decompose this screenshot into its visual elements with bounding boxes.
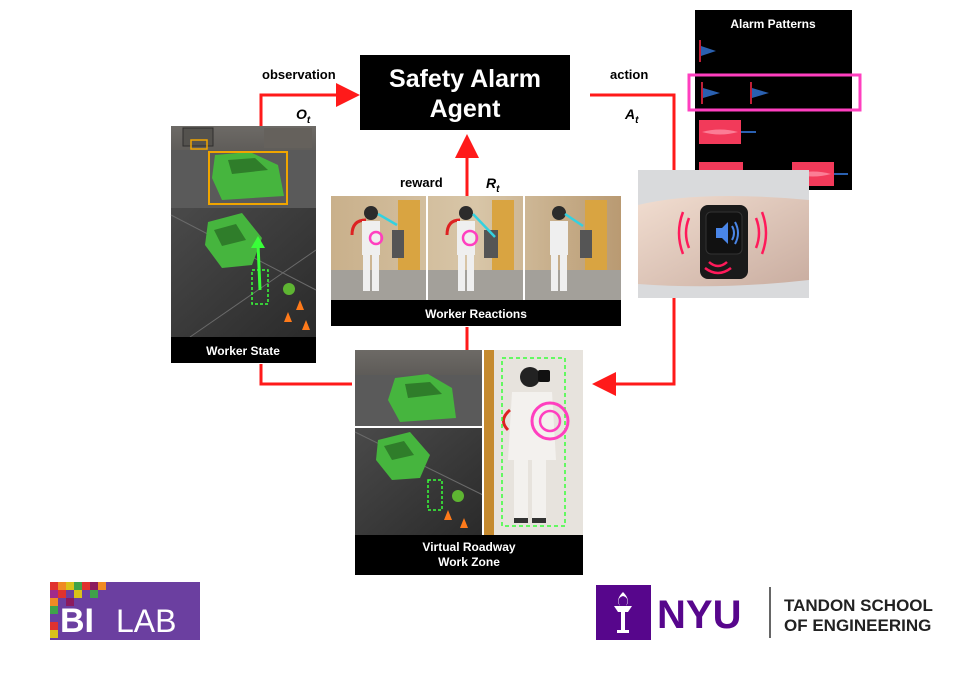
bilab-logo: BI LAB (50, 582, 200, 640)
alarm-patterns-title: Alarm Patterns (730, 17, 816, 31)
observation-symbol: Ot (296, 106, 311, 126)
worker-state-node: Worker State (170, 126, 317, 363)
bilab-logo-lab: LAB (116, 603, 176, 639)
observation-label: observation (262, 67, 336, 82)
worker-reactions-node: Worker Reactions (331, 196, 621, 326)
nyu-logo-line1: TANDON SCHOOL (784, 596, 933, 615)
reward-label: reward (400, 175, 443, 190)
smartwatch-node (638, 170, 809, 298)
work-zone-caption-line2: Work Zone (438, 555, 500, 569)
nyu-logo-line2: OF ENGINEERING (784, 616, 931, 635)
worker-reactions-caption: Worker Reactions (425, 307, 527, 321)
work-zone-caption-line1: Virtual Roadway (422, 540, 515, 554)
action-label: action (610, 67, 648, 82)
agent-title-line1: Safety Alarm (389, 65, 541, 93)
work-zone-node: Virtual Roadway Work Zone (354, 350, 583, 575)
nyu-tandon-logo: NYU TANDON SCHOOL OF ENGINEERING (596, 585, 933, 640)
reward-symbol: Rt (486, 175, 500, 195)
agent-node: Safety Alarm Agent (360, 55, 570, 130)
alarm-patterns-node: Alarm Patterns (687, 10, 862, 190)
action-symbol: At (624, 106, 639, 126)
nyu-logo-text: NYU (657, 593, 741, 637)
agent-title-line2: Agent (430, 95, 502, 123)
bilab-logo-bi: BI (60, 602, 94, 640)
workzone-to-state-arrow (259, 364, 352, 386)
worker-state-caption: Worker State (206, 344, 280, 358)
rl-safety-alarm-diagram: Safety Alarm Agent observation Ot action… (50, 10, 933, 640)
